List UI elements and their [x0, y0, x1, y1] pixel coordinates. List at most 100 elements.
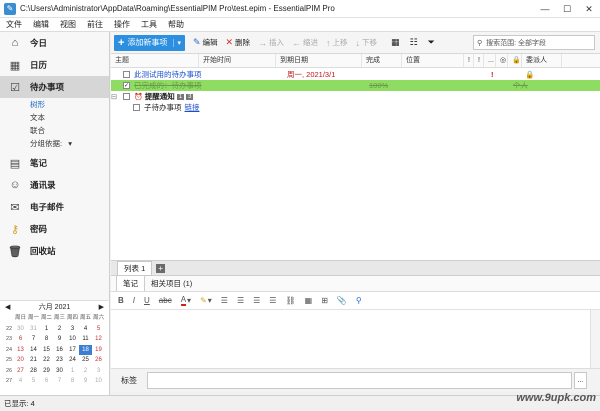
calendar-day[interactable]: 14 — [27, 345, 40, 356]
insert-button[interactable]: → 插入 — [258, 37, 284, 48]
table-button[interactable]: ⊞ — [321, 296, 328, 305]
columns-button[interactable]: ☷ — [410, 37, 420, 48]
menu-view[interactable]: 视图 — [60, 19, 76, 30]
calendar-day[interactable]: 6 — [14, 334, 27, 345]
calendar-day[interactable]: 30 — [53, 366, 66, 377]
calendar-day[interactable]: 2 — [53, 324, 66, 335]
calendar-day[interactable]: 23 — [53, 355, 66, 366]
table-row[interactable]: ✓ 已完成的：待办事项 100% 个人 — [111, 80, 600, 91]
tab-list-1[interactable]: 列表 1 — [117, 260, 153, 276]
calendar-day[interactable]: 6 — [40, 376, 53, 387]
task-link[interactable]: 链接 — [185, 102, 200, 113]
calendar-day[interactable]: 21 — [27, 355, 40, 366]
bold-button[interactable]: B — [118, 296, 124, 305]
minimize-button[interactable]: — — [534, 0, 556, 18]
tab-related-items[interactable]: 相关项目 (1) — [145, 276, 198, 291]
search-input[interactable]: ⚲ 搜索范围: 全部字段 — [473, 35, 595, 50]
column-lock[interactable]: 🔒 — [508, 54, 522, 67]
calendar-day[interactable]: 31 — [27, 324, 40, 335]
sidebar-item-notes[interactable]: ▤ 笔记 — [0, 152, 109, 174]
strikethrough-button[interactable]: abc — [159, 296, 172, 305]
calendar-day[interactable]: 29 — [40, 366, 53, 377]
column-due[interactable]: 到期日期 — [276, 54, 362, 67]
search-icon[interactable]: ⚲ — [356, 296, 362, 305]
sidebar-item-today[interactable]: ⌂ 今日 — [0, 32, 109, 54]
bullet-list-button[interactable]: ☰ — [221, 296, 228, 305]
sidebar-subitem-tree[interactable]: 树形 — [0, 98, 109, 111]
calendar-day[interactable]: 1 — [66, 366, 79, 377]
sidebar-item-contacts[interactable]: ☺ 通讯录 — [0, 174, 109, 196]
menu-help[interactable]: 帮助 — [168, 19, 184, 30]
calendar-day[interactable]: 16 — [53, 345, 66, 356]
table-row[interactable]: 子待办事项 链接 — [111, 102, 600, 113]
tab-notes[interactable]: 笔记 — [116, 275, 145, 291]
menu-edit[interactable]: 编辑 — [33, 19, 49, 30]
tree-expand-icon[interactable]: ⊟ — [111, 92, 117, 101]
italic-button[interactable]: I — [133, 296, 135, 305]
menu-tools[interactable]: 工具 — [141, 19, 157, 30]
column-attach[interactable]: ◎ — [496, 54, 508, 67]
next-month-button[interactable]: ▶ — [99, 303, 104, 311]
table-row[interactable]: 此测试用的待办事项 周一, 2021/3/1 ! 🔒 — [111, 69, 600, 80]
calendar-day[interactable]: 17 — [66, 345, 79, 356]
calendar-day[interactable]: 22 — [40, 355, 53, 366]
sidebar-item-mail[interactable]: ✉ 电子邮件 — [0, 196, 109, 218]
column-start[interactable]: 开始时间 — [199, 54, 276, 67]
column-delegate[interactable]: 委派人 — [522, 54, 562, 67]
column-priority[interactable]: ! — [464, 54, 474, 67]
calendar-day[interactable]: 10 — [92, 376, 105, 387]
task-checkbox[interactable] — [123, 93, 130, 100]
calendar-day[interactable]: 8 — [66, 376, 79, 387]
calendar-day[interactable]: 15 — [40, 345, 53, 356]
calendar-day[interactable]: 30 — [14, 324, 27, 335]
calendar-day[interactable]: 4 — [79, 324, 92, 335]
sidebar-item-tasks[interactable]: ☑ 待办事项 — [0, 76, 109, 98]
move-down-button[interactable]: ↓ 下移 — [356, 37, 378, 48]
close-button[interactable]: ✕ — [578, 0, 600, 18]
menu-go[interactable]: 前往 — [87, 19, 103, 30]
move-up-button[interactable]: ↑ 上移 — [326, 37, 348, 48]
calendar-day[interactable]: 4 — [14, 376, 27, 387]
note-scrollbar[interactable] — [590, 310, 600, 368]
attach-icon[interactable]: 📎 — [337, 296, 347, 305]
calendar-day[interactable]: 7 — [53, 376, 66, 387]
add-task-button[interactable]: + 添加新事项 ▾ — [114, 34, 185, 51]
sidebar-subitem-text[interactable]: 文本 — [0, 111, 109, 124]
numbered-list-button[interactable]: ☰ — [237, 296, 244, 305]
column-flag[interactable]: ! — [474, 54, 484, 67]
calendar-day[interactable]: 8 — [40, 334, 53, 345]
calendar-day[interactable]: 20 — [14, 355, 27, 366]
sidebar-item-trash[interactable]: 🗑 回收站 — [0, 240, 109, 262]
calendar-day[interactable]: 3 — [92, 366, 105, 377]
image-button[interactable]: ▦ — [305, 296, 313, 305]
note-editor[interactable] — [111, 310, 600, 368]
task-checkbox[interactable] — [133, 104, 140, 111]
calendar-day[interactable]: 18 — [79, 344, 92, 355]
chevron-down-icon[interactable]: ▾ — [208, 296, 212, 305]
task-checkbox[interactable] — [123, 71, 130, 78]
calendar-day[interactable]: 13 — [14, 345, 27, 356]
calendar-month-label[interactable]: 六月 2021 — [39, 302, 71, 312]
menu-file[interactable]: 文件 — [6, 19, 22, 30]
calendar-day[interactable]: 24 — [66, 355, 79, 366]
chevron-down-icon[interactable]: ▾ — [173, 38, 181, 47]
task-checkbox[interactable]: ✓ — [123, 82, 130, 89]
calendar-day[interactable]: 19 — [92, 345, 105, 356]
calendar-day[interactable]: 9 — [79, 376, 92, 387]
group-by-selector[interactable]: 分组依据: ▾ — [0, 137, 109, 150]
edit-button[interactable]: ✎ 编辑 — [193, 37, 218, 48]
indent-button[interactable]: ← 缩进 — [292, 37, 318, 48]
column-subject[interactable]: 主题 — [111, 54, 199, 67]
calendar-day[interactable]: 28 — [27, 366, 40, 377]
calendar-day[interactable]: 5 — [92, 324, 105, 335]
calendar-day[interactable]: 25 — [79, 355, 92, 366]
calendar-day[interactable]: 10 — [66, 334, 79, 345]
maximize-button[interactable]: ☐ — [556, 0, 578, 18]
highlight-button[interactable]: ✎ — [200, 296, 207, 305]
column-more[interactable]: ... — [484, 54, 496, 67]
calendar-day[interactable]: 26 — [92, 355, 105, 366]
tag-more-button[interactable]: ... — [574, 372, 587, 389]
calendar-day[interactable]: 2 — [79, 366, 92, 377]
chevron-down-icon[interactable]: ▾ — [187, 296, 191, 305]
delete-button[interactable]: ✕ 删除 — [226, 37, 251, 48]
